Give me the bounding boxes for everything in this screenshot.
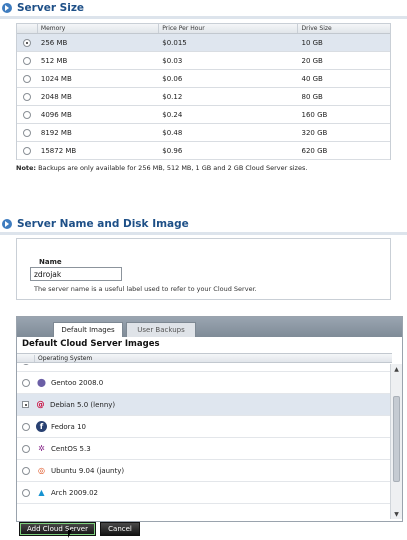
os-label: Arch 2009.02 xyxy=(51,488,98,497)
memory-cell: 2048 MB xyxy=(40,92,72,101)
radio-button[interactable] xyxy=(22,364,30,365)
ubuntu-icon: ◎ xyxy=(38,466,45,475)
radio-button[interactable] xyxy=(22,422,30,431)
name-label: Name xyxy=(39,258,62,266)
column-header-disk: Drive Size xyxy=(297,24,390,33)
arch-icon: ▲ xyxy=(38,488,45,497)
tab-default-images[interactable]: Default Images xyxy=(53,322,123,337)
tab-user-backups[interactable]: User Backups xyxy=(126,322,196,337)
radio-button[interactable] xyxy=(22,378,30,387)
centos-icon: ✲ xyxy=(38,444,45,453)
cancel-button[interactable]: Cancel xyxy=(100,522,140,536)
server-size-table: Memory Price Per Hour Drive Size 256 MB $… xyxy=(16,23,391,160)
price-cell: $0.015 xyxy=(162,38,187,47)
os-label: Gentoo 2008.0 xyxy=(51,378,104,387)
scrollbar[interactable]: ▲ ▼ xyxy=(390,364,402,519)
table-row[interactable]: 2048 MB $0.12 80 GB xyxy=(17,88,390,106)
list-item[interactable]: f Fedora 10 xyxy=(17,416,392,438)
os-label: Debian 5.0 (lenny) xyxy=(50,400,116,409)
column-header-price: Price Per Hour xyxy=(158,24,297,33)
gentoo-icon: ⬤ xyxy=(37,378,46,387)
divider xyxy=(0,16,407,19)
radio-button[interactable] xyxy=(22,74,31,83)
server-name-header: Server Name and Disk Image xyxy=(0,216,407,232)
os-label: Ubuntu 9.04 (jaunty) xyxy=(51,466,125,475)
memory-cell: 512 MB xyxy=(40,56,68,65)
radio-button[interactable] xyxy=(22,128,31,137)
radio-button[interactable] xyxy=(22,488,30,497)
radio-button[interactable] xyxy=(22,444,30,453)
column-header-memory: Memory xyxy=(36,24,158,33)
os-column-header: Operating System xyxy=(17,353,392,363)
list-item[interactable]: ⬤ Gentoo 2008.0 xyxy=(17,372,392,394)
disk-cell: 40 GB xyxy=(301,74,323,83)
disk-cell: 10 GB xyxy=(301,38,323,47)
radio-button[interactable] xyxy=(22,146,31,155)
section-title: Server Name and Disk Image xyxy=(17,218,189,230)
memory-cell: 4096 MB xyxy=(40,110,72,119)
debian-icon: @ xyxy=(36,400,45,409)
divider xyxy=(0,232,407,235)
scroll-down-icon[interactable]: ▼ xyxy=(391,509,402,519)
os-label: Fedora 10 xyxy=(51,422,86,431)
table-row[interactable]: 1024 MB $0.06 40 GB xyxy=(17,70,390,88)
disk-cell: 620 GB xyxy=(301,146,328,155)
radio-button[interactable] xyxy=(22,401,29,408)
table-row[interactable]: 4096 MB $0.24 160 GB xyxy=(17,106,390,124)
list-item[interactable]: ▲ Arch 2009.02 xyxy=(17,482,392,504)
list-item[interactable]: ◎ Ubuntu 9.04 (jaunty) xyxy=(17,460,392,482)
price-cell: $0.48 xyxy=(162,128,183,137)
section-title: Server Size xyxy=(17,2,85,14)
list-item[interactable]: @ Debian 5.0 (lenny) xyxy=(17,394,392,416)
os-label: CentOS 5.3 xyxy=(51,444,91,453)
mouse-cursor-icon xyxy=(68,530,72,538)
server-name-input[interactable] xyxy=(30,267,122,281)
table-row[interactable]: 15872 MB $0.96 620 GB xyxy=(17,142,390,160)
disk-cell: 160 GB xyxy=(301,110,328,119)
price-cell: $0.12 xyxy=(162,92,183,101)
table-row[interactable]: 512 MB $0.03 20 GB xyxy=(17,52,390,70)
price-cell: $0.06 xyxy=(162,74,183,83)
disk-cell: 20 GB xyxy=(301,56,323,65)
radio-button[interactable] xyxy=(22,92,31,101)
radio-button[interactable] xyxy=(22,38,31,47)
disk-cell: 80 GB xyxy=(301,92,323,101)
memory-cell: 8192 MB xyxy=(40,128,72,137)
price-cell: $0.03 xyxy=(162,56,183,65)
fedora-icon: f xyxy=(36,421,47,432)
price-cell: $0.24 xyxy=(162,110,183,119)
price-cell: $0.96 xyxy=(162,146,183,155)
scroll-up-icon[interactable]: ▲ xyxy=(391,364,402,374)
images-panel: Default Images User Backups Default Clou… xyxy=(16,316,403,522)
radio-button[interactable] xyxy=(22,466,30,475)
list-item[interactable]: ✲ CentOS 5.3 xyxy=(17,438,392,460)
disk-cell: 320 GB xyxy=(301,128,328,137)
memory-cell: 1024 MB xyxy=(40,74,72,83)
add-cloud-server-button[interactable]: Add Cloud Server xyxy=(19,522,96,536)
panel-title: Default Cloud Server Images xyxy=(22,339,160,349)
table-row[interactable]: 8192 MB $0.48 320 GB xyxy=(17,124,390,142)
scroll-thumb[interactable] xyxy=(393,396,400,482)
os-list[interactable]: ⬤ Gentoo 2008.0 @ Debian 5.0 (lenny) f Fedora… xyxy=(17,364,392,519)
table-row[interactable]: 256 MB $0.015 10 GB xyxy=(17,34,390,52)
memory-cell: 256 MB xyxy=(40,38,68,47)
tab-bar: Default Images User Backups xyxy=(17,317,402,337)
server-name-box: Name The server name is a useful label u… xyxy=(16,238,391,300)
radio-button[interactable] xyxy=(22,110,31,119)
list-item-partial[interactable] xyxy=(17,364,392,372)
backup-note: Note: Backups are only available for 256… xyxy=(16,164,308,172)
server-size-header: Server Size xyxy=(0,0,407,16)
table-header: Memory Price Per Hour Drive Size xyxy=(17,24,390,34)
memory-cell: 15872 MB xyxy=(40,146,77,155)
name-help-text: The server name is a useful label used t… xyxy=(34,285,257,293)
section-arrow-icon xyxy=(2,219,12,229)
radio-button[interactable] xyxy=(22,56,31,65)
section-arrow-icon xyxy=(2,3,12,13)
